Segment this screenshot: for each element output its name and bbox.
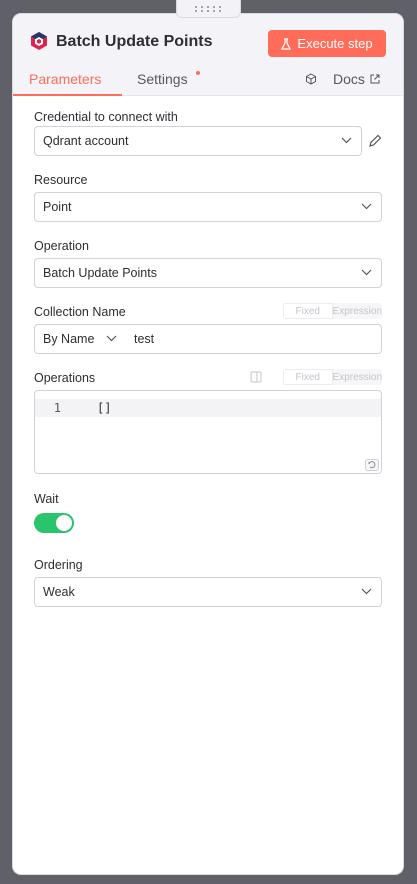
operation-value: Batch Update Points [43,266,157,280]
panel-icon[interactable] [250,371,262,383]
credential-select[interactable]: Qdrant account [34,126,362,156]
resize-icon[interactable] [365,459,379,471]
fixed-option[interactable]: Fixed [283,303,333,319]
pencil-icon[interactable] [368,134,382,148]
toggle-knob [56,515,72,531]
credential-value: Qdrant account [43,134,129,148]
code-line: 1 [] [35,399,381,417]
line-number: 1 [53,401,61,415]
collection-name-label: Collection Name [34,305,126,319]
node-settings-panel: Batch Update Points Execute step Paramet… [13,14,403,874]
collection-name-value: test [134,332,155,346]
expression-option[interactable]: Expression [333,303,382,319]
collection-name-input[interactable]: test [126,324,382,354]
operations-fixed-expression-toggle: Fixed Expression [283,369,382,385]
parameters-form: Credential to connect with Qdrant accoun… [13,14,403,874]
resource-select[interactable]: Point [34,192,382,222]
chevron-down-icon [106,335,117,342]
resource-value: Point [43,200,72,214]
expression-option[interactable]: Expression [333,369,382,385]
resource-label: Resource [34,173,88,187]
collection-fixed-expression-toggle: Fixed Expression [283,303,382,319]
ordering-label: Ordering [34,558,83,572]
drag-dots-icon [195,5,222,12]
chevron-down-icon [361,269,372,276]
panel-drag-handle[interactable] [176,0,241,18]
wait-toggle[interactable] [34,513,74,533]
fixed-option[interactable]: Fixed [283,369,333,385]
code-text: [] [97,401,112,415]
chevron-down-icon [341,137,352,144]
ordering-value: Weak [43,585,75,599]
collection-mode-value: By Name [43,332,95,346]
ordering-select[interactable]: Weak [34,577,382,607]
operations-code-editor[interactable]: 1 [] [34,390,382,474]
operations-label: Operations [34,371,96,385]
collection-mode-select[interactable]: By Name [34,324,127,354]
credential-label: Credential to connect with [34,110,178,124]
operation-label: Operation [34,239,89,253]
operation-select[interactable]: Batch Update Points [34,258,382,288]
chevron-down-icon [361,203,372,210]
wait-label: Wait [34,492,59,506]
chevron-down-icon [361,588,372,595]
